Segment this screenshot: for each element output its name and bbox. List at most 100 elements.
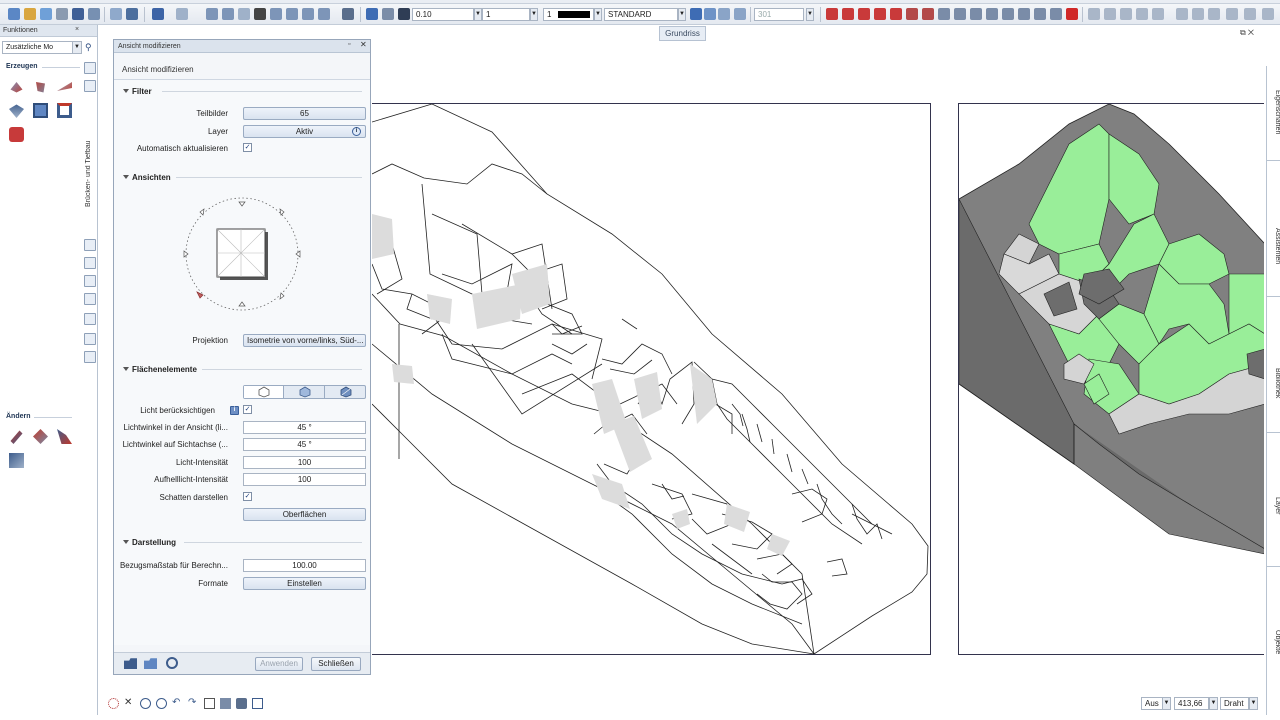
side-tool-8-icon[interactable] <box>84 62 96 74</box>
layer-dropdown[interactable]: ▼ <box>678 8 686 21</box>
sum-icon[interactable] <box>1208 8 1220 20</box>
frame-create-icon[interactable] <box>57 103 72 118</box>
module-select[interactable]: Zusätzliche Mo <box>2 41 82 54</box>
modify-3d-view-icon[interactable] <box>9 453 24 468</box>
filter-collapse-icon[interactable] <box>123 89 129 93</box>
table-icon[interactable] <box>1176 8 1188 20</box>
redo-view-icon[interactable]: ↷ <box>188 698 199 709</box>
view-tab-grundriss[interactable]: Grundriss <box>659 26 706 41</box>
side-tool-6-icon[interactable] <box>84 333 96 345</box>
shaded-view-window[interactable] <box>958 103 1264 655</box>
scale-dropdown[interactable]: ▼ <box>806 8 814 21</box>
grid-icon[interactable] <box>110 8 122 20</box>
slope-create-icon[interactable] <box>57 82 72 91</box>
paste-icon[interactable] <box>222 8 234 20</box>
filter-clear-icon[interactable] <box>1244 8 1256 20</box>
tab-properties[interactable]: Eigenschaften <box>1267 72 1280 152</box>
light-angle-view-field[interactable]: 45 ° <box>243 421 366 434</box>
light-angle-axis-field[interactable]: 45 ° <box>243 438 366 451</box>
side-tool-1-icon[interactable] <box>84 239 96 251</box>
copy-shape-icon[interactable] <box>1018 8 1030 20</box>
undo-icon[interactable] <box>152 8 164 20</box>
red-text-icon[interactable] <box>906 8 918 20</box>
red-arc-icon[interactable] <box>858 8 870 20</box>
side-tool-3-icon[interactable] <box>84 275 96 287</box>
favorites-open-icon[interactable] <box>124 658 137 669</box>
area-icon[interactable] <box>986 8 998 20</box>
status-value-dropdown[interactable]: ▼ <box>1209 697 1218 710</box>
window-restore-icon[interactable]: ⧉ ✕ <box>1240 28 1254 38</box>
status-value-field[interactable]: 413,66 <box>1174 697 1209 710</box>
pier-create-icon[interactable] <box>36 82 45 93</box>
shape-icon[interactable] <box>1002 8 1014 20</box>
image-icon[interactable] <box>84 351 96 363</box>
vertical-tab-bridge[interactable]: Brücken- und Tiefbau <box>85 97 95 207</box>
zoom-window-icon[interactable] <box>156 698 167 709</box>
zoom-all-icon[interactable]: ✕ <box>124 698 135 709</box>
modify-element-icon[interactable] <box>33 429 48 444</box>
drawing-files-icon[interactable] <box>24 8 36 20</box>
pen-thickness-field[interactable]: 0.10 <box>412 8 474 21</box>
layer-button[interactable]: Aktiv <box>243 125 366 138</box>
camera-icon[interactable] <box>236 698 247 709</box>
red-pencil-icon[interactable] <box>826 8 838 20</box>
color-field[interactable]: 1 <box>543 8 594 21</box>
favorites-save-icon[interactable] <box>144 658 157 669</box>
red-line-icon[interactable] <box>842 8 854 20</box>
reference-scale-field[interactable]: 100.00 <box>243 559 366 572</box>
light-info-icon[interactable]: i <box>230 406 239 415</box>
dialog-pin-icon[interactable]: ▫ <box>348 41 350 48</box>
pen-thickness-dropdown[interactable]: ▼ <box>474 8 482 21</box>
dim-icon[interactable] <box>1136 8 1148 20</box>
layer-field[interactable]: STANDARD <box>604 8 678 21</box>
redo-icon[interactable] <box>176 8 188 20</box>
tag-icon[interactable] <box>84 313 96 325</box>
view-direction-compass[interactable] <box>180 192 305 317</box>
cut-icon[interactable] <box>254 8 266 20</box>
bridge-create-icon[interactable] <box>10 82 23 93</box>
functions-panel-close-icon[interactable]: × <box>75 26 79 33</box>
side-tool-4-icon[interactable] <box>84 293 96 305</box>
auto-update-checkbox[interactable]: ✓ <box>243 143 252 152</box>
snap-icon[interactable] <box>108 698 119 709</box>
search-icon[interactable]: ⚲ <box>85 42 95 53</box>
teilbilder-button[interactable]: 65 <box>243 107 366 120</box>
print-icon[interactable] <box>56 8 68 20</box>
save-icon[interactable] <box>72 8 84 20</box>
surfaces-collapse-icon[interactable] <box>123 367 129 371</box>
move-icon[interactable] <box>286 8 298 20</box>
toolbar-options-icon[interactable] <box>1262 8 1274 20</box>
red-mark-icon[interactable] <box>922 8 934 20</box>
layer-settings-icon[interactable] <box>734 8 746 20</box>
side-tool-2-icon[interactable] <box>84 257 96 269</box>
block-create-icon[interactable] <box>33 103 48 118</box>
grid-table-icon[interactable] <box>1192 8 1204 20</box>
scale-field[interactable]: 301 <box>754 8 804 21</box>
red-dim-icon[interactable] <box>874 8 886 20</box>
format-icon[interactable] <box>366 8 378 20</box>
monitor-icon[interactable] <box>126 8 138 20</box>
layer-info-icon[interactable]: i <box>352 127 361 136</box>
tab-objects[interactable]: Objekte <box>1267 622 1280 662</box>
shadow-checkbox[interactable]: ✓ <box>243 492 252 501</box>
views-collapse-icon[interactable] <box>123 175 129 179</box>
draw-mode-dropdown[interactable]: ▼ <box>1249 697 1258 710</box>
layer-selection-icon[interactable] <box>690 8 702 20</box>
side-tool-9-icon[interactable] <box>84 80 96 92</box>
line-type-field[interactable]: 1 <box>482 8 530 21</box>
layer-icon[interactable] <box>40 8 52 20</box>
layer-visibility-icon[interactable] <box>704 8 716 20</box>
delete-red-icon[interactable] <box>1066 8 1078 20</box>
display-collapse-icon[interactable] <box>123 540 129 544</box>
formats-button[interactable]: Einstellen <box>243 577 366 590</box>
surface-create-icon[interactable] <box>9 104 24 118</box>
column-icon[interactable] <box>938 8 950 20</box>
layers-icon[interactable] <box>1034 8 1046 20</box>
bars-icon[interactable] <box>970 8 982 20</box>
wireframe-view-window[interactable] <box>371 103 931 655</box>
section-view-icon[interactable] <box>220 698 231 709</box>
copy-element-icon[interactable] <box>270 8 282 20</box>
dialog-close-icon[interactable]: ✕ <box>360 40 367 49</box>
apply-button[interactable]: Anwenden <box>255 657 303 671</box>
zoom-icon[interactable] <box>140 698 151 709</box>
